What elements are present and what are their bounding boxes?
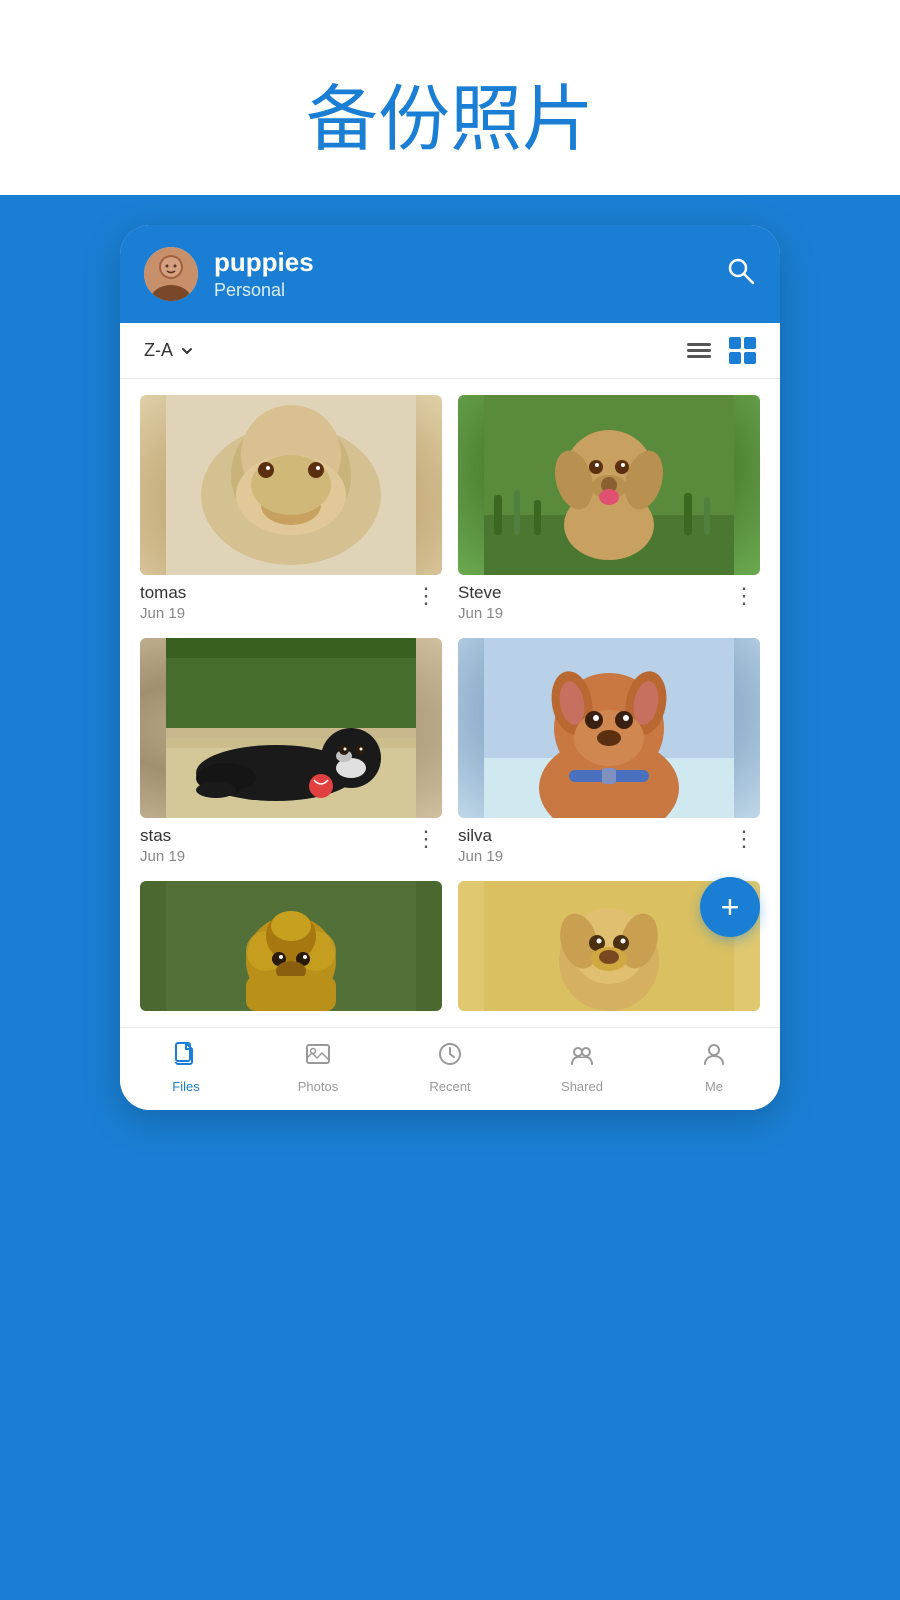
chevron-down-icon [179,343,195,359]
more-button-stas[interactable]: ⋮ [411,826,442,852]
photo-meta-silva: silva Jun 19 ⋮ [458,826,760,865]
add-button[interactable]: + [700,877,760,937]
view-toggle [687,337,756,364]
grid-view-button[interactable] [729,337,756,364]
photo-name-stas: stas [140,826,185,846]
photo-item-stas[interactable]: stas Jun 19 ⋮ [140,638,442,865]
app-header: puppies Personal [120,225,780,323]
nav-item-me[interactable]: Me [648,1040,780,1094]
files-icon [172,1040,200,1075]
shared-label: Shared [561,1079,603,1094]
me-label: Me [705,1079,723,1094]
sort-button[interactable]: Z-A [144,340,195,361]
nav-item-recent[interactable]: Recent [384,1040,516,1094]
photo-thumb-tomas [140,395,442,575]
folder-name: puppies [214,247,710,278]
photo-info-stas: stas Jun 19 [140,826,185,865]
bottom-nav: Files Photos [120,1027,780,1110]
nav-item-shared[interactable]: Shared [516,1040,648,1094]
photo-grid: tomas Jun 19 ⋮ [120,379,780,1027]
nav-item-files[interactable]: Files [120,1040,252,1094]
avatar[interactable] [144,247,198,301]
recent-label: Recent [429,1079,470,1094]
photo-item-tomas[interactable]: tomas Jun 19 ⋮ [140,395,442,622]
photo-meta-steve: Steve Jun 19 ⋮ [458,583,760,622]
photo-thumb-dog5 [140,881,442,1011]
photo-meta-stas: stas Jun 19 ⋮ [140,826,442,865]
recent-icon [436,1040,464,1075]
more-button-steve[interactable]: ⋮ [729,583,760,609]
photo-meta-tomas: tomas Jun 19 ⋮ [140,583,442,622]
photo-date-stas: Jun 19 [140,848,185,865]
phone-frame: puppies Personal Z-A [120,225,780,1110]
page-title: 备份照片 [0,60,900,165]
photo-date-silva: Jun 19 [458,848,503,865]
photo-thumb-steve [458,395,760,575]
photo-name-steve: Steve [458,583,503,603]
photo-date-steve: Jun 19 [458,605,503,622]
photos-label: Photos [298,1079,338,1094]
photo-name-tomas: tomas [140,583,186,603]
me-icon [700,1040,728,1075]
sort-bar: Z-A [120,323,780,379]
photo-info-steve: Steve Jun 19 [458,583,503,622]
photos-icon [304,1040,332,1075]
search-button[interactable] [726,256,756,293]
photo-item-dog5[interactable] [140,881,442,1011]
photo-thumb-silva [458,638,760,818]
files-label: Files [172,1079,199,1094]
shared-icon [568,1040,596,1075]
list-view-button[interactable] [687,343,711,358]
more-button-silva[interactable]: ⋮ [729,826,760,852]
photo-item-silva[interactable]: silva Jun 19 ⋮ [458,638,760,865]
photo-thumb-stas [140,638,442,818]
folder-type: Personal [214,280,710,301]
header-text: puppies Personal [214,247,710,301]
sort-label-text: Z-A [144,340,173,361]
photo-info-tomas: tomas Jun 19 [140,583,186,622]
photo-date-tomas: Jun 19 [140,605,186,622]
photo-name-silva: silva [458,826,503,846]
nav-item-photos[interactable]: Photos [252,1040,384,1094]
photo-item-steve[interactable]: Steve Jun 19 ⋮ [458,395,760,622]
more-button-tomas[interactable]: ⋮ [411,583,442,609]
photo-info-silva: silva Jun 19 [458,826,503,865]
